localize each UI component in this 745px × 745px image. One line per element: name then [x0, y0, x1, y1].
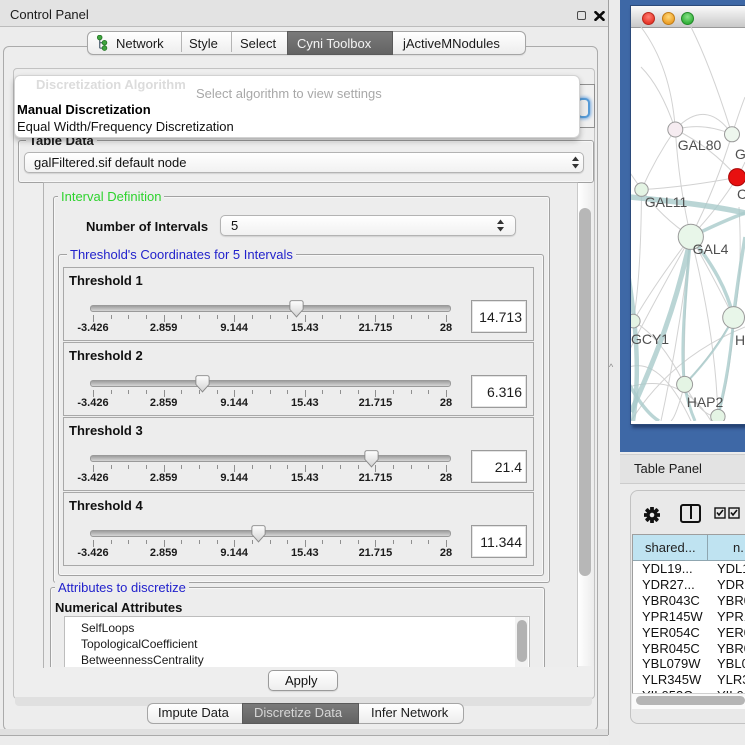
svg-text:C: C: [737, 186, 745, 202]
svg-text:HAP2: HAP2: [687, 394, 724, 410]
svg-text:GAL4: GAL4: [693, 241, 729, 257]
svg-text:H: H: [735, 332, 745, 348]
svg-text:GCY1: GCY1: [631, 331, 669, 347]
svg-text:GAL80: GAL80: [678, 137, 722, 153]
svg-text:GAL11: GAL11: [645, 194, 688, 210]
svg-text:GA: GA: [735, 146, 745, 162]
